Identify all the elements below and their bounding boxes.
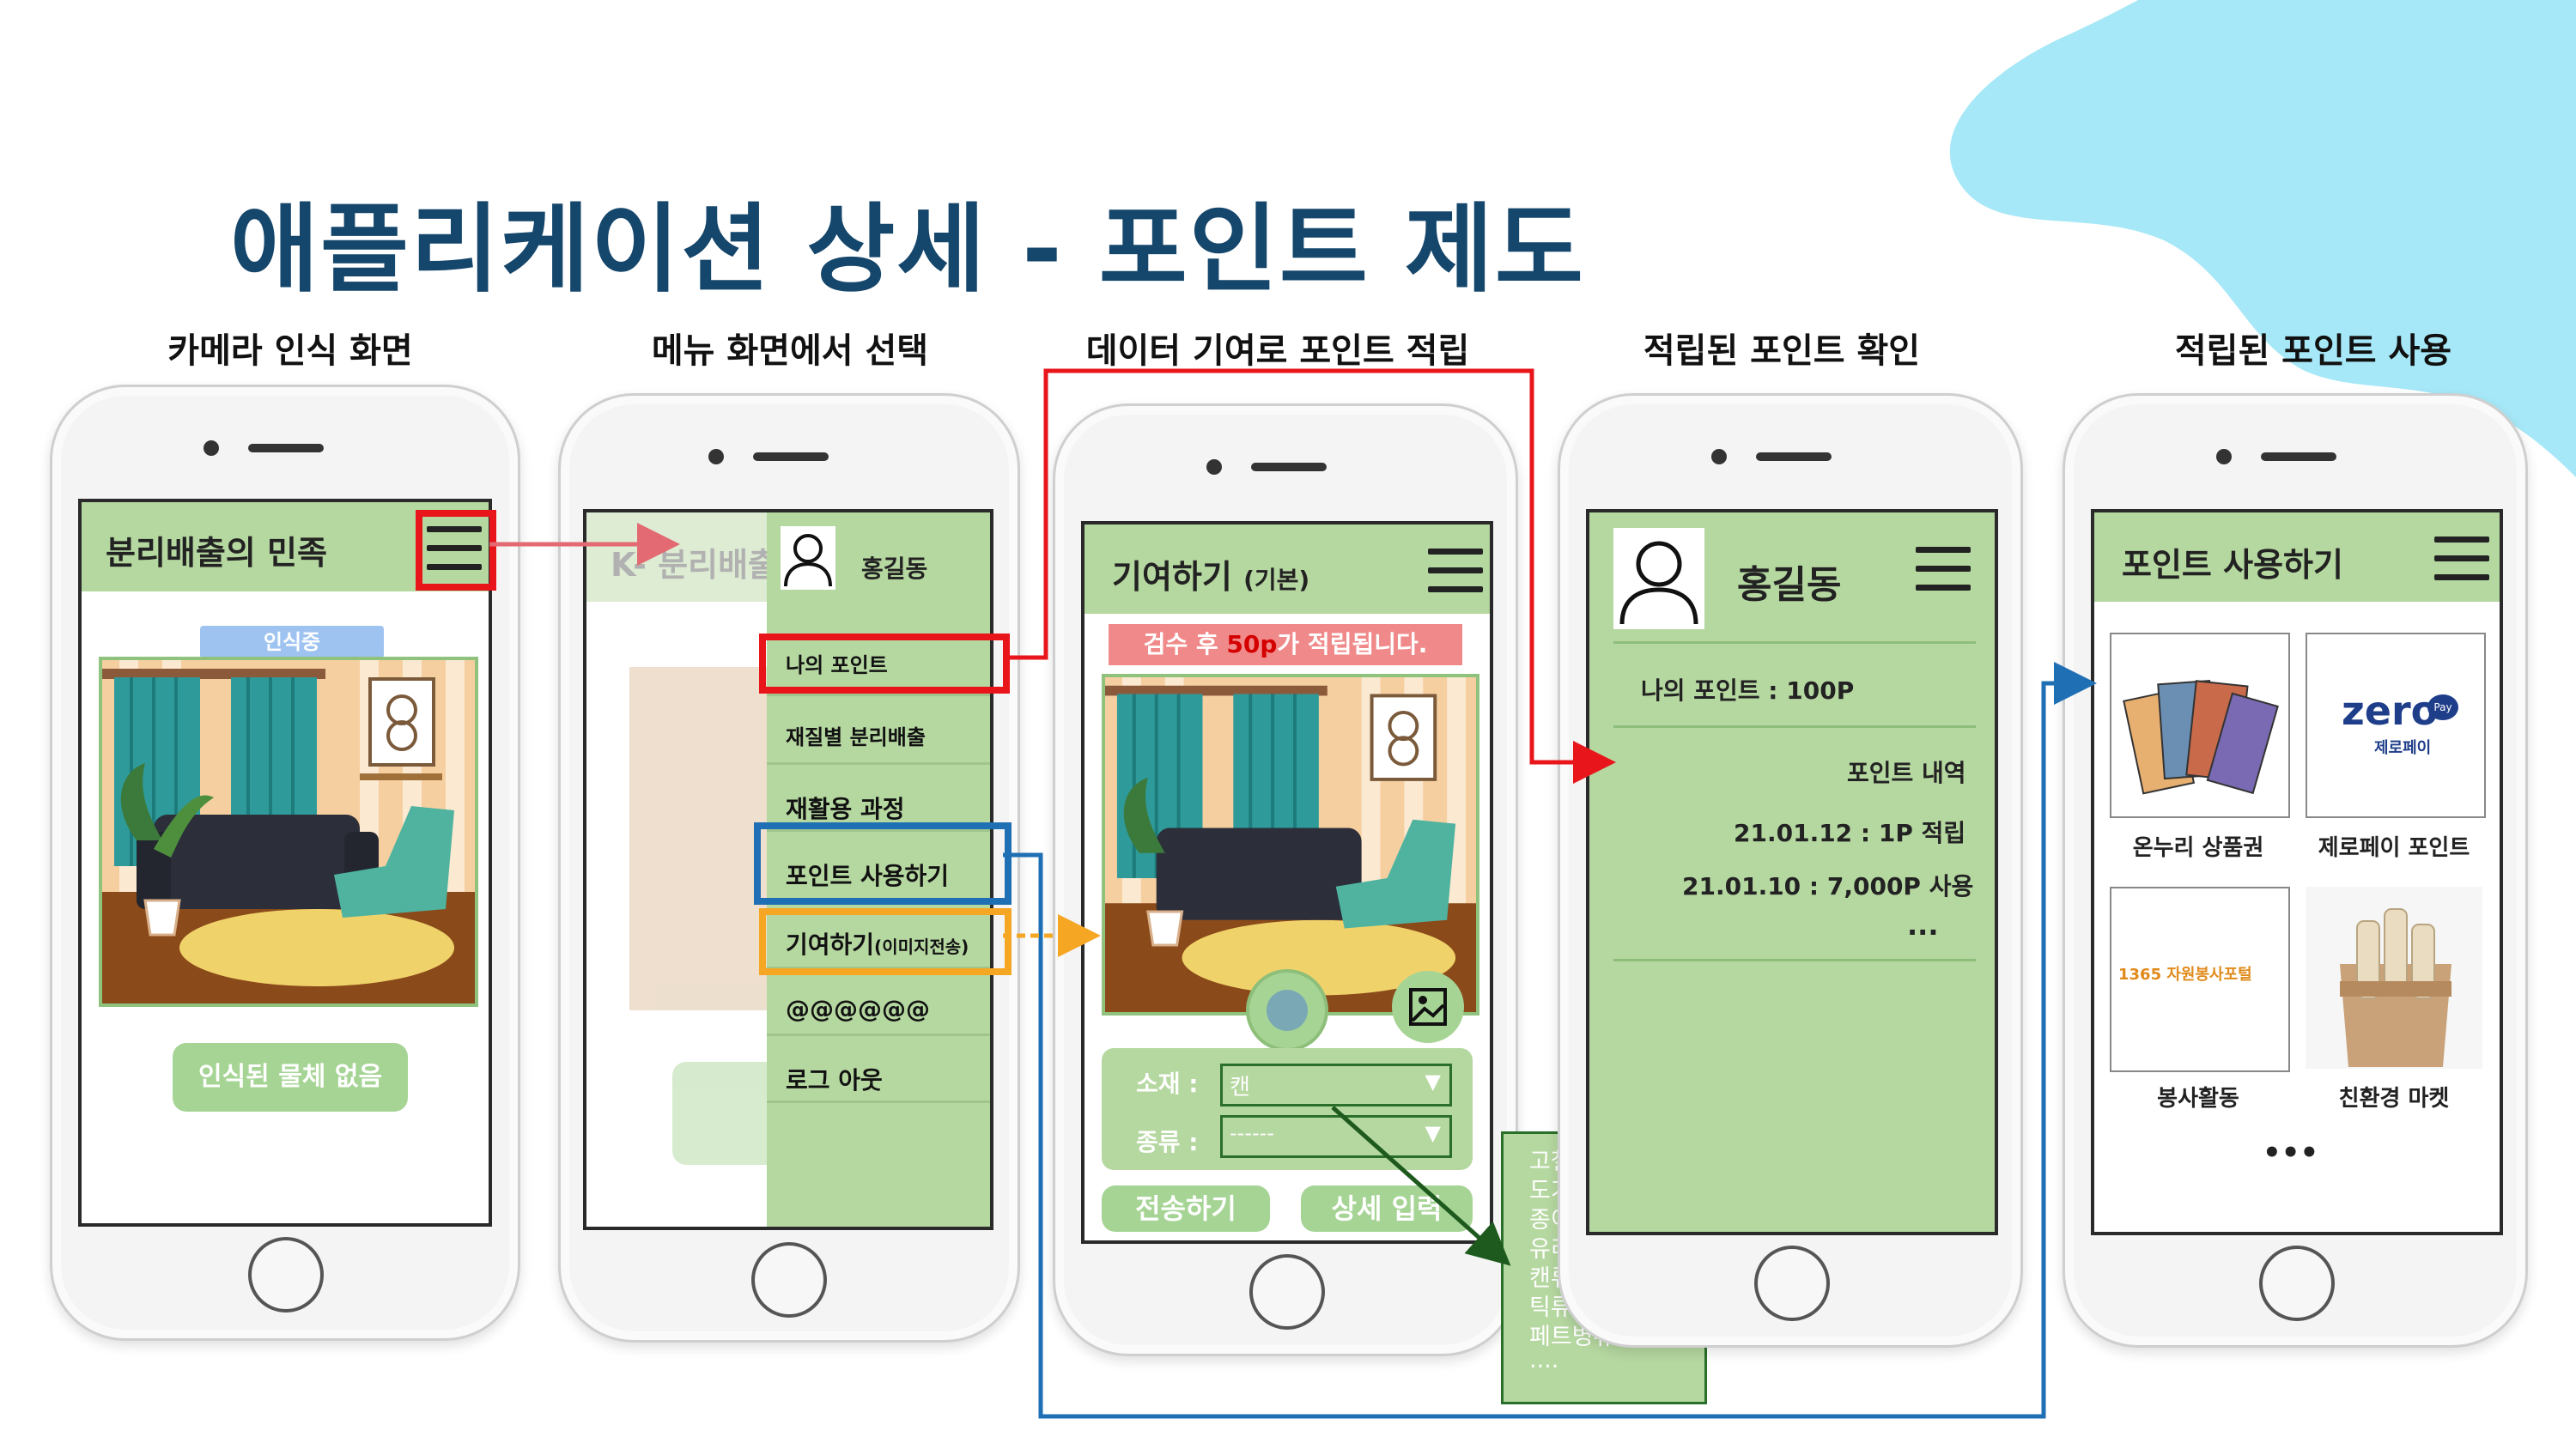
flow-arrows [489,368,2097,1419]
